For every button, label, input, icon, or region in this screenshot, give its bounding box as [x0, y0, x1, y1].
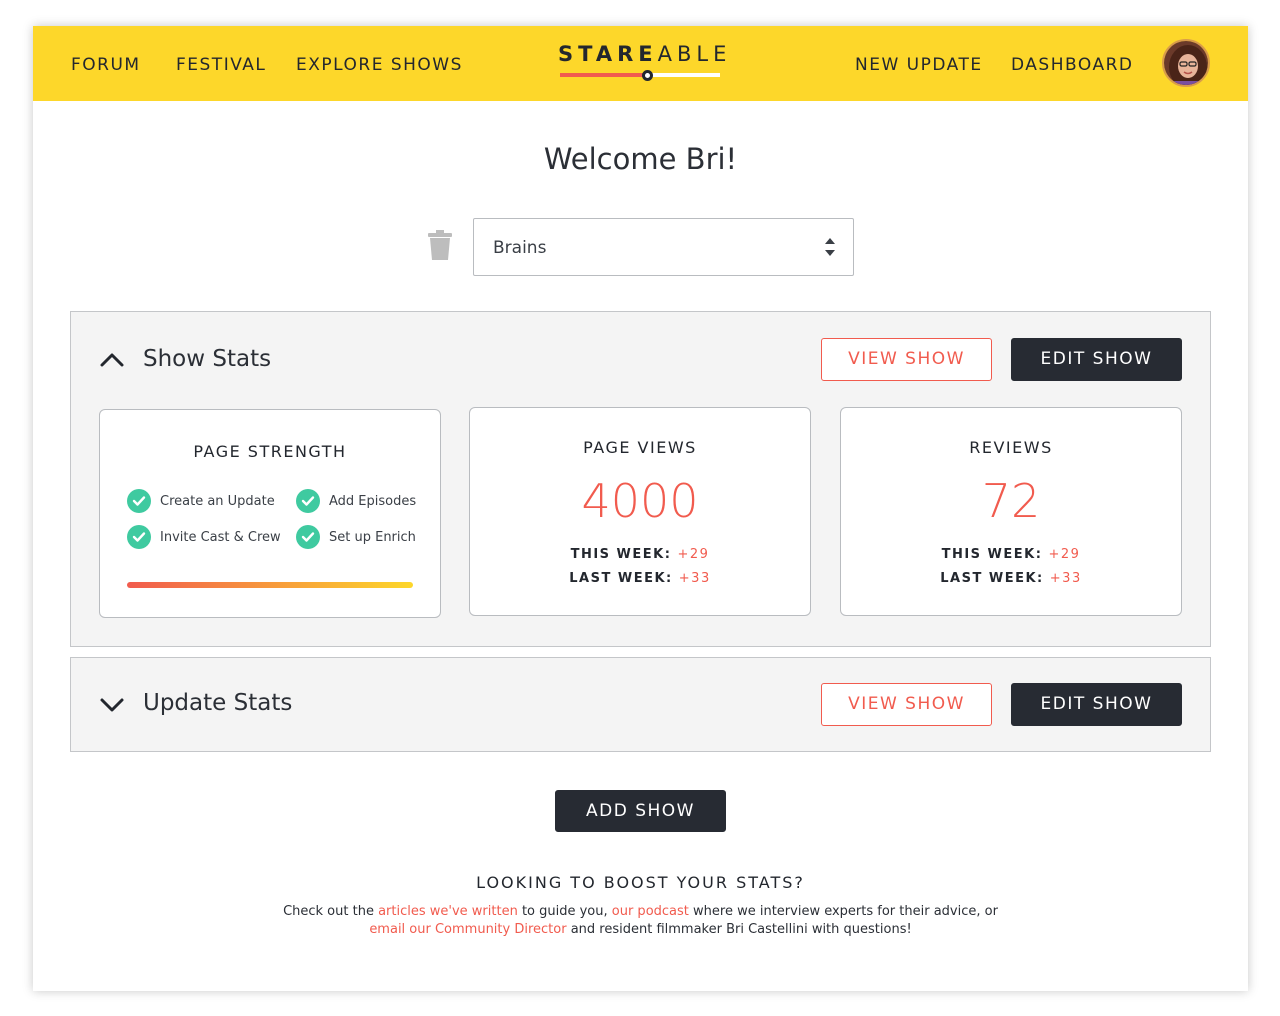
- logo-bold-text: STARE: [558, 42, 658, 66]
- nav-explore-shows[interactable]: EXPLORE SHOWS: [296, 55, 463, 75]
- check-icon: [127, 525, 151, 549]
- boost-paragraph: Check out the articles we've written to …: [283, 903, 998, 939]
- logo-underline-red: [560, 73, 646, 77]
- edit-show-button[interactable]: EDIT SHOW: [1011, 338, 1182, 381]
- page-strength-card: PAGE STRENGTH Create an Update Add Episo…: [99, 409, 441, 618]
- stareable-logo[interactable]: STAREABLE: [558, 42, 726, 82]
- app-frame: FORUM FESTIVAL EXPLORE SHOWS STAREABLE N…: [33, 26, 1248, 991]
- nav-forum[interactable]: FORUM: [71, 55, 141, 75]
- reviews-title: REVIEWS: [969, 438, 1053, 457]
- checklist-item: Set up Enrich: [296, 525, 416, 549]
- page-views-this-week: THIS WEEK: +29: [470, 547, 810, 562]
- podcast-link[interactable]: our podcast: [612, 904, 689, 919]
- reviews-last-week: LAST WEEK: +33: [841, 571, 1181, 586]
- checklist-label: Add Episodes: [329, 493, 417, 509]
- welcome-heading: Welcome Bri!: [543, 142, 738, 176]
- last-week-label: LAST WEEK:: [569, 571, 673, 586]
- boost-text-part: to guide you,: [517, 904, 612, 919]
- chevron-down-icon[interactable]: [99, 697, 125, 713]
- update-stats-title[interactable]: Update Stats: [143, 690, 292, 716]
- page-views-value: 4000: [581, 474, 699, 528]
- page-views-title: PAGE VIEWS: [583, 438, 697, 457]
- logo-underline-white: [648, 73, 720, 77]
- email-director-link[interactable]: email our Community Director: [369, 922, 566, 937]
- nav-festival[interactable]: FESTIVAL: [176, 55, 266, 75]
- show-stats-title[interactable]: Show Stats: [143, 346, 271, 372]
- this-week-delta: +29: [677, 547, 710, 562]
- nav-dashboard[interactable]: DASHBOARD: [1011, 55, 1133, 75]
- page-strength-progress-bar: [127, 582, 413, 588]
- checklist-label: Create an Update: [160, 493, 275, 509]
- page-strength-title: PAGE STRENGTH: [193, 442, 347, 461]
- reviews-value: 72: [981, 474, 1041, 528]
- check-icon: [296, 525, 320, 549]
- checklist-item: Add Episodes: [296, 489, 416, 513]
- nav-new-update[interactable]: NEW UPDATE: [855, 55, 983, 75]
- checklist-item: Create an Update: [127, 489, 275, 513]
- checklist-label: Set up Enrich: [329, 529, 416, 545]
- boost-text-part: Check out the: [283, 904, 379, 919]
- view-show-button[interactable]: VIEW SHOW: [821, 338, 992, 381]
- logo-thin-text: ABLE: [657, 42, 732, 66]
- boost-heading: LOOKING TO BOOST YOUR STATS?: [476, 873, 805, 892]
- this-week-label: THIS WEEK:: [570, 547, 672, 562]
- select-arrows-icon: [825, 238, 835, 256]
- this-week-delta: +29: [1048, 547, 1081, 562]
- trash-icon[interactable]: [428, 230, 452, 260]
- edit-show-button[interactable]: EDIT SHOW: [1011, 683, 1182, 726]
- check-icon: [127, 489, 151, 513]
- top-nav: FORUM FESTIVAL EXPLORE SHOWS STAREABLE N…: [33, 26, 1248, 101]
- boost-text-part: where we interview experts for their adv…: [688, 904, 998, 919]
- show-stats-panel: Show Stats VIEW SHOW EDIT SHOW PAGE STRE…: [70, 311, 1211, 647]
- checklist-label: Invite Cast & Crew: [160, 529, 281, 545]
- reviews-this-week: THIS WEEK: +29: [841, 547, 1181, 562]
- avatar-image: [1164, 41, 1208, 85]
- checklist-item: Invite Cast & Crew: [127, 525, 281, 549]
- this-week-label: THIS WEEK:: [941, 547, 1043, 562]
- show-select[interactable]: Brains: [473, 218, 854, 276]
- page-views-card: PAGE VIEWS 4000 THIS WEEK: +29 LAST WEEK…: [469, 407, 811, 616]
- page-views-last-week: LAST WEEK: +33: [470, 571, 810, 586]
- articles-link[interactable]: articles we've written: [378, 904, 518, 919]
- last-week-label: LAST WEEK:: [940, 571, 1044, 586]
- last-week-delta: +33: [1049, 571, 1082, 586]
- show-select-value: Brains: [493, 238, 547, 258]
- logo-dot: [642, 70, 653, 81]
- last-week-delta: +33: [678, 571, 711, 586]
- update-stats-panel: Update Stats VIEW SHOW EDIT SHOW: [70, 657, 1211, 752]
- reviews-card: REVIEWS 72 THIS WEEK: +29 LAST WEEK: +33: [840, 407, 1182, 616]
- avatar[interactable]: [1162, 39, 1210, 87]
- chevron-up-icon[interactable]: [99, 352, 125, 368]
- check-icon: [296, 489, 320, 513]
- view-show-button[interactable]: VIEW SHOW: [821, 683, 992, 726]
- logo-wordmark: STAREABLE: [558, 42, 731, 66]
- add-show-button[interactable]: ADD SHOW: [555, 790, 726, 832]
- boost-text-part: and resident filmmaker Bri Castellini wi…: [566, 922, 912, 937]
